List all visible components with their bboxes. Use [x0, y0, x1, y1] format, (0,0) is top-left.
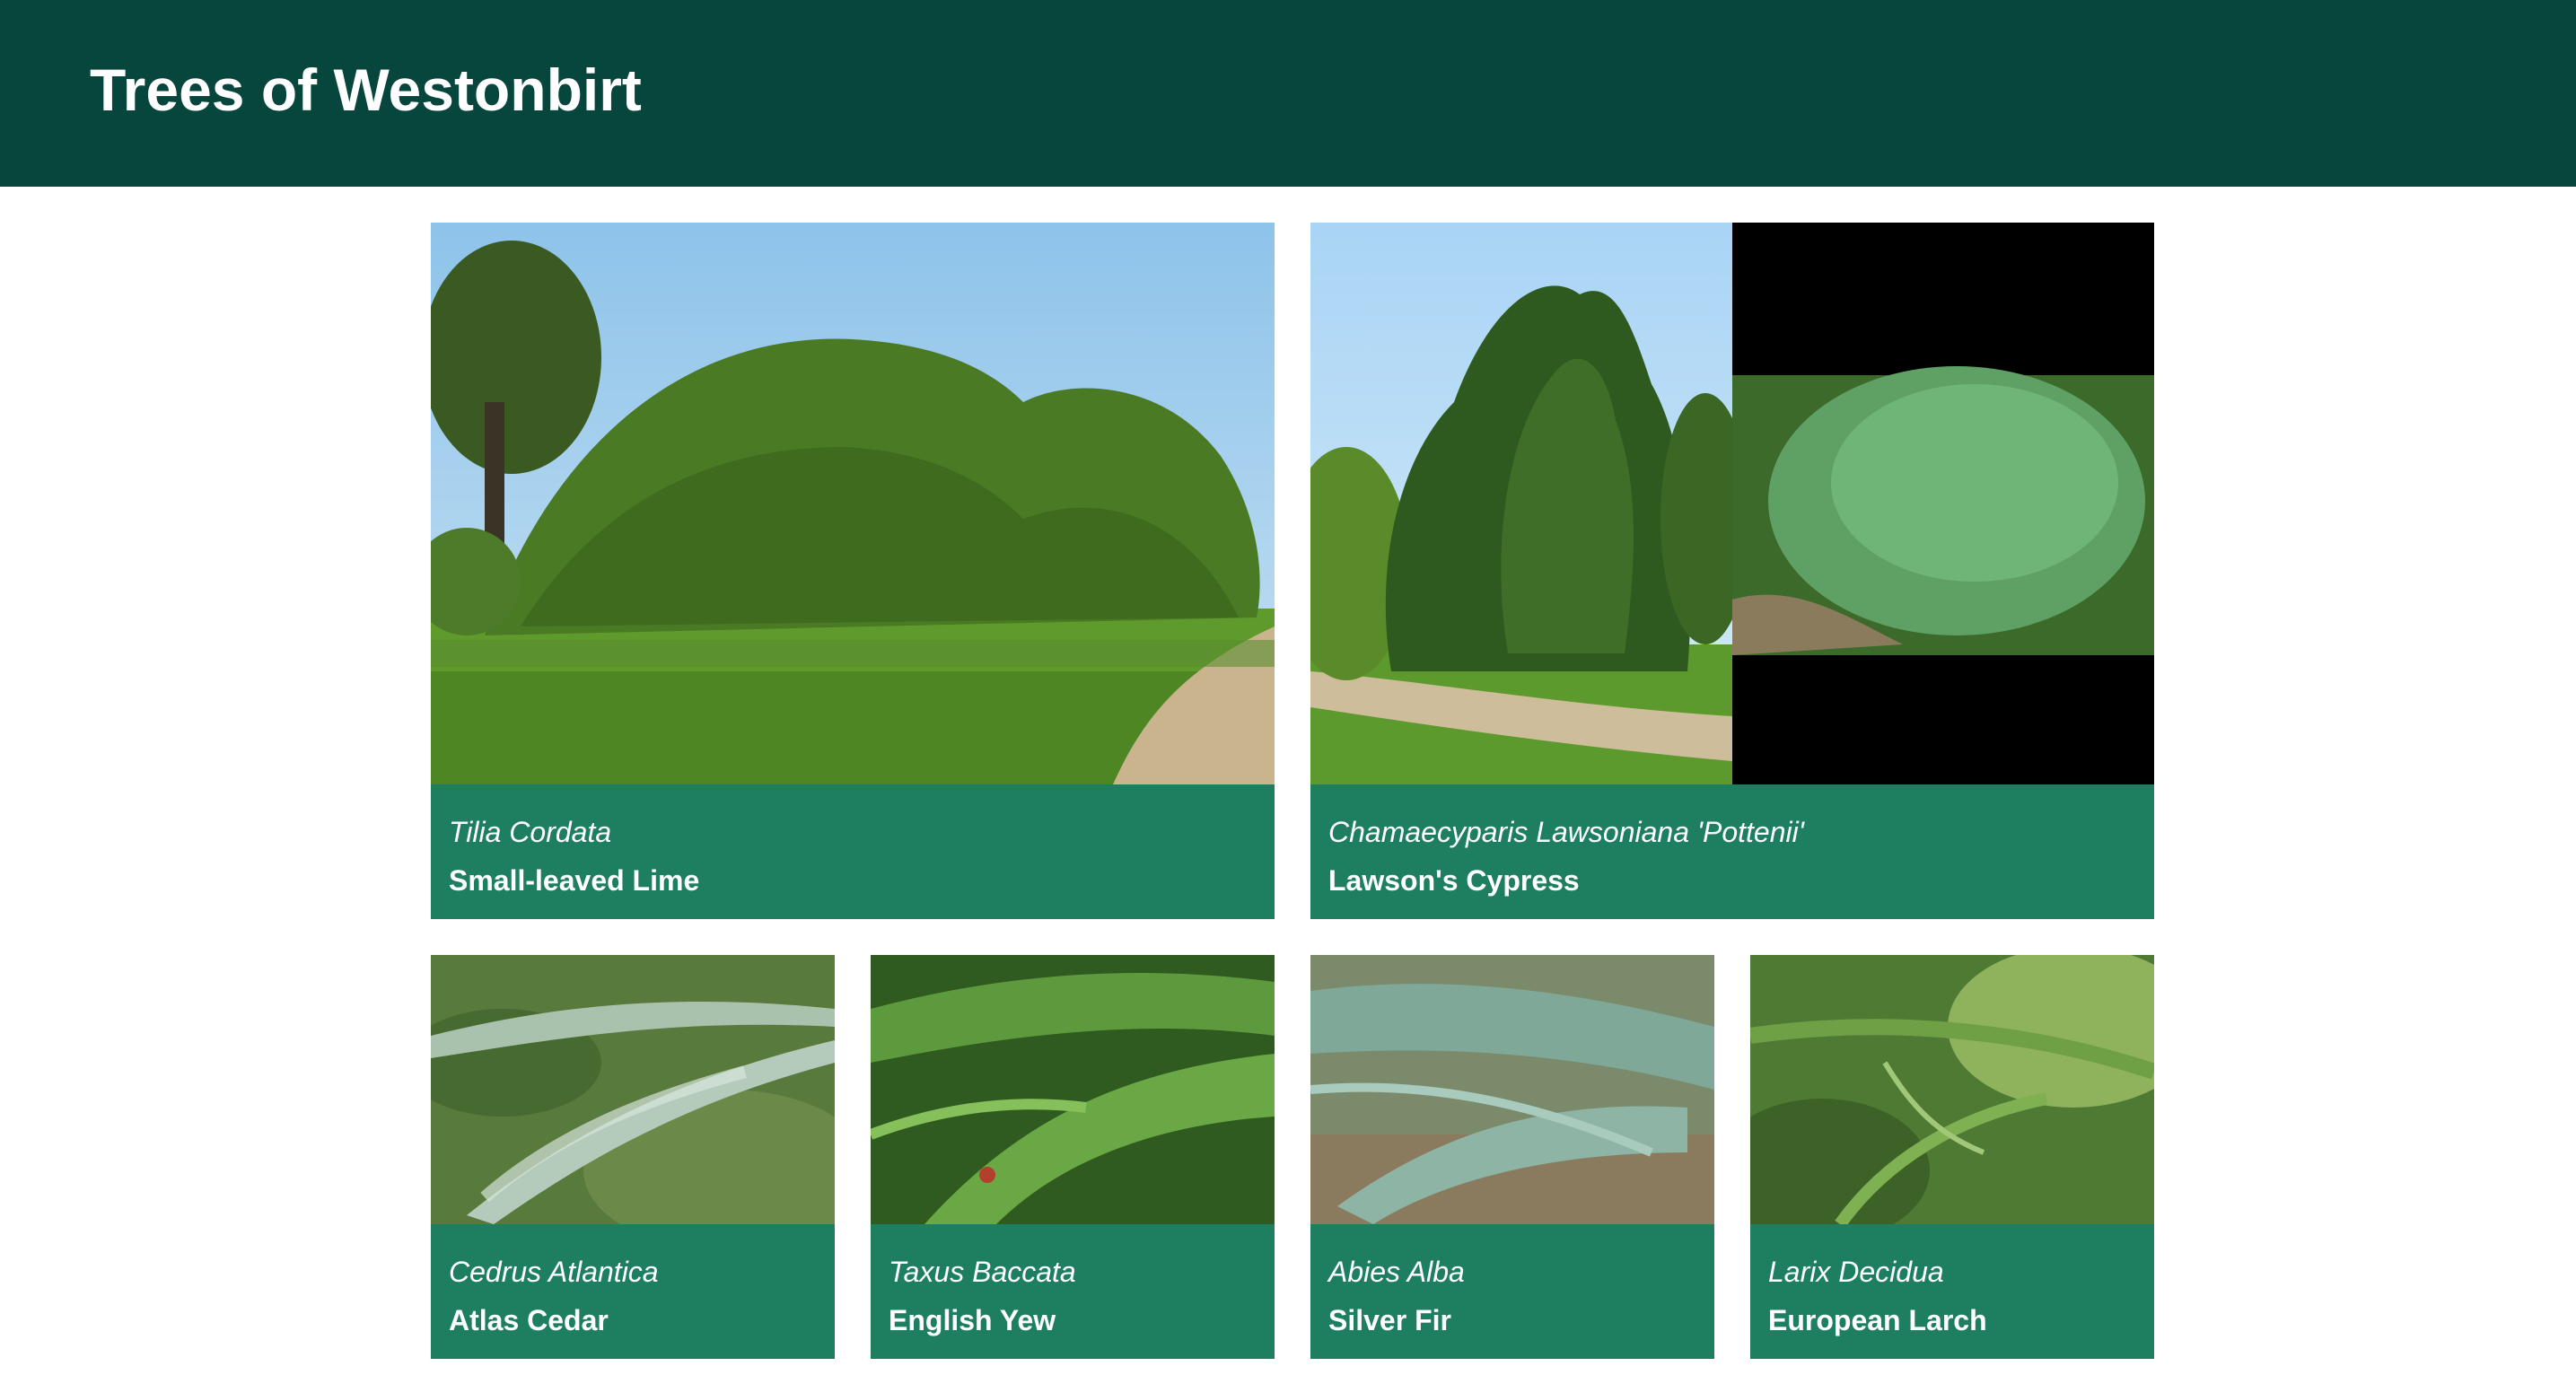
site-header: Trees of Westonbirt	[0, 0, 2576, 187]
fir-branch-photo	[1310, 955, 1714, 1224]
tree-latin-name: Abies Alba	[1328, 1256, 1465, 1288]
tree-card-silver-fir[interactable]: Abies Alba Silver Fir	[1310, 955, 1714, 1359]
tree-common-name: Small-leaved Lime	[449, 864, 700, 897]
tree-card-english-yew[interactable]: Taxus Baccata English Yew	[871, 955, 1275, 1359]
tree-card-european-larch[interactable]: Larix Decidua European Larch	[1750, 955, 2154, 1359]
tree-latin-name: Chamaecyparis Lawsoniana 'Pottenii'	[1328, 816, 1804, 848]
larch-branch-photo	[1750, 955, 2154, 1224]
tree-latin-name: Taxus Baccata	[889, 1256, 1076, 1288]
tree-common-name: Silver Fir	[1328, 1304, 1451, 1336]
tree-common-name: Lawson's Cypress	[1328, 864, 1580, 897]
yew-branch-photo	[871, 955, 1275, 1224]
tree-latin-name: Cedrus Atlantica	[449, 1256, 659, 1288]
tree-card-atlas-cedar[interactable]: Cedrus Atlantica Atlas Cedar	[431, 955, 835, 1359]
tree-common-name: European Larch	[1768, 1304, 1987, 1336]
cypress-photo-pair	[1310, 223, 2154, 784]
tree-card-lawsons-cypress[interactable]: Chamaecyparis Lawsoniana 'Pottenii' Laws…	[1310, 223, 2154, 919]
page-title: Trees of Westonbirt	[90, 57, 642, 123]
cedar-branch-photo	[431, 955, 835, 1224]
lime-hedge-photo	[431, 223, 1275, 784]
tree-common-name: Atlas Cedar	[449, 1304, 609, 1336]
tree-common-name: English Yew	[889, 1304, 1056, 1336]
tree-card-small-leaved-lime[interactable]: Tilia Cordata Small-leaved Lime	[431, 223, 1275, 919]
tree-latin-name: Larix Decidua	[1768, 1256, 1944, 1288]
tree-latin-name: Tilia Cordata	[449, 816, 612, 848]
